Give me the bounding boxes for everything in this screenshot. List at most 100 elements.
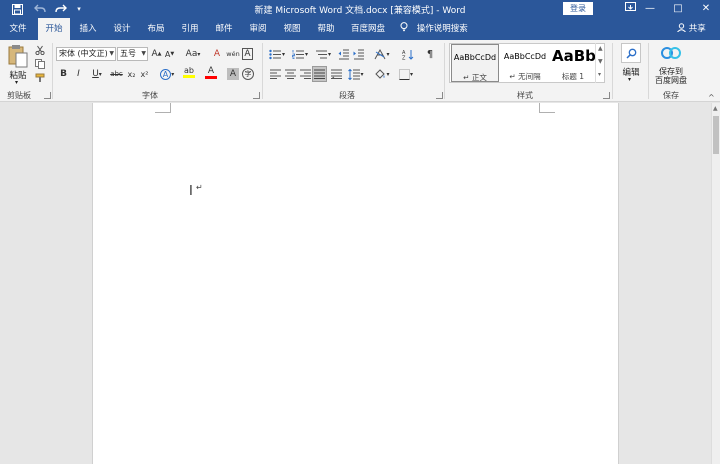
close-button[interactable]: ✕ [692, 0, 720, 18]
multilevel-list-button[interactable]: ▾ [313, 47, 333, 61]
font-launcher-icon[interactable] [253, 92, 260, 99]
maximize-button[interactable]: □ [664, 0, 692, 18]
tab-baidu-netdisk[interactable]: 百度网盘 [346, 18, 390, 40]
font-size-select[interactable]: 五号 ▼ [117, 47, 148, 61]
scroll-up-icon[interactable]: ▲ [713, 105, 718, 112]
shading-button[interactable]: ▾ [372, 67, 392, 81]
font-name-value: 宋体 (中文正) [59, 49, 108, 58]
font-size-value: 五号 [120, 49, 136, 58]
distributed-button[interactable] [329, 67, 343, 81]
styles-launcher-icon[interactable] [603, 92, 610, 99]
sort-button[interactable]: AZ [401, 47, 415, 61]
font-color-swatch [205, 75, 217, 79]
tab-mailings[interactable]: 邮件 [210, 18, 238, 40]
paragraph-mark: ↵ [196, 183, 203, 192]
tab-layout[interactable]: 布局 [142, 18, 170, 40]
chevron-down-icon: ▼ [109, 50, 114, 57]
grow-font-button[interactable]: A ▲ [151, 47, 162, 61]
superscript-button[interactable]: x² [139, 67, 150, 81]
character-border-icon: A [244, 49, 251, 59]
tell-me-search[interactable]: 操作说明搜索 [400, 18, 468, 40]
decrease-indent-button[interactable] [337, 47, 351, 61]
shrink-font-button[interactable]: A ▼ [164, 47, 175, 61]
document-page[interactable] [92, 103, 619, 464]
tab-home[interactable]: 开始 [38, 18, 70, 40]
tab-design[interactable]: 设计 [108, 18, 136, 40]
numbering-button[interactable]: ▾ [290, 47, 310, 61]
style-normal[interactable]: AaBbCcDd ↵ 正文 [451, 44, 499, 82]
justify-icon [314, 69, 325, 79]
paragraph-launcher-icon[interactable] [436, 92, 443, 99]
bold-button[interactable]: B [58, 67, 69, 81]
save-to-baidu-button[interactable]: 保存到 百度网盘 [652, 43, 690, 89]
clear-formatting-button[interactable]: A [211, 47, 223, 61]
bullets-icon [269, 49, 281, 59]
enclose-characters-button[interactable]: 字 [242, 68, 254, 80]
borders-button[interactable]: ▾ [396, 67, 416, 81]
tab-file[interactable]: 文件 [4, 18, 32, 40]
group-separator [262, 43, 263, 99]
scroll-up-icon[interactable]: ▲ [598, 45, 603, 52]
strikethrough-icon: abc [110, 70, 123, 78]
cut-icon[interactable] [34, 43, 46, 57]
character-border-button[interactable]: A [242, 48, 253, 60]
align-right-button[interactable] [298, 67, 312, 81]
svg-text:Z: Z [402, 55, 406, 60]
align-left-button[interactable] [268, 67, 282, 81]
text-effects-button[interactable]: A ▾ [158, 67, 176, 81]
font-name-select[interactable]: 宋体 (中文正) ▼ [56, 47, 116, 61]
document-area [0, 103, 711, 464]
save-to-baidu-label-line2: 百度网盘 [655, 76, 687, 85]
styles-gallery: AaBbCcDd ↵ 正文 AaBbCcDd ↵ 无间隔 AaBb 标题 1 [449, 43, 605, 83]
pilcrow-icon: ¶ [426, 48, 434, 60]
paste-button[interactable]: 粘贴 ▾ [6, 43, 30, 87]
share-button[interactable]: 共享 [677, 18, 706, 40]
align-center-button[interactable] [283, 67, 297, 81]
underline-icon: U [92, 69, 99, 79]
align-left-icon [269, 69, 281, 79]
scrollbar-thumb[interactable] [713, 116, 719, 154]
login-button[interactable]: 登录 [563, 2, 593, 15]
lightbulb-icon [400, 22, 411, 34]
copy-icon[interactable] [34, 57, 46, 71]
change-case-button[interactable]: Aa ▾ [183, 47, 203, 61]
tab-view[interactable]: 视图 [278, 18, 306, 40]
tab-review[interactable]: 审阅 [244, 18, 272, 40]
increase-indent-button[interactable] [352, 47, 366, 61]
save-to-baidu-label: 保存到 百度网盘 [652, 67, 690, 85]
highlight-button[interactable]: ab [180, 65, 198, 79]
character-shading-button[interactable]: A [227, 68, 239, 80]
character-shading-icon: A [229, 69, 237, 79]
line-spacing-button[interactable]: ▾ [346, 67, 366, 81]
bullets-button[interactable]: ▾ [267, 47, 287, 61]
minimize-button[interactable]: — [636, 0, 664, 18]
more-styles-icon[interactable]: ▾ [598, 71, 601, 78]
title-bar: ▾ 新建 Microsoft Word 文档.docx [兼容模式] - Wor… [0, 0, 720, 18]
tab-references[interactable]: 引用 [176, 18, 204, 40]
vertical-scrollbar[interactable]: ▲ [711, 103, 720, 464]
tab-help[interactable]: 帮助 [312, 18, 340, 40]
tab-insert[interactable]: 插入 [74, 18, 102, 40]
enclose-characters-icon: 字 [244, 70, 252, 78]
group-separator [52, 43, 53, 99]
style-no-spacing[interactable]: AaBbCcDd ↵ 无间隔 [501, 44, 549, 82]
clipboard-launcher-icon[interactable] [44, 92, 51, 99]
scroll-down-icon[interactable]: ▼ [598, 58, 603, 65]
justify-button[interactable] [312, 66, 327, 82]
phonetic-guide-button[interactable]: wén [226, 47, 240, 61]
font-color-button[interactable]: A [202, 65, 220, 79]
collapse-ribbon-icon[interactable]: ^ [708, 93, 715, 102]
italic-button[interactable]: I [73, 67, 84, 81]
paste-icon [8, 45, 28, 68]
paste-dropdown-icon[interactable]: ▾ [15, 79, 18, 86]
numbering-icon [292, 49, 304, 59]
chinese-layout-button[interactable]: ▾ [372, 47, 392, 61]
editing-button[interactable]: 编辑 ▾ [618, 43, 644, 87]
underline-button[interactable]: U ▾ [88, 67, 106, 81]
subscript-button[interactable]: x₂ [126, 67, 137, 81]
format-painter-icon[interactable] [34, 71, 46, 85]
subscript-icon: x₂ [127, 69, 136, 79]
strikethrough-button[interactable]: abc [109, 67, 124, 81]
show-formatting-marks-button[interactable]: ¶ [424, 47, 436, 61]
style-heading-1[interactable]: AaBb 标题 1 [551, 44, 595, 82]
